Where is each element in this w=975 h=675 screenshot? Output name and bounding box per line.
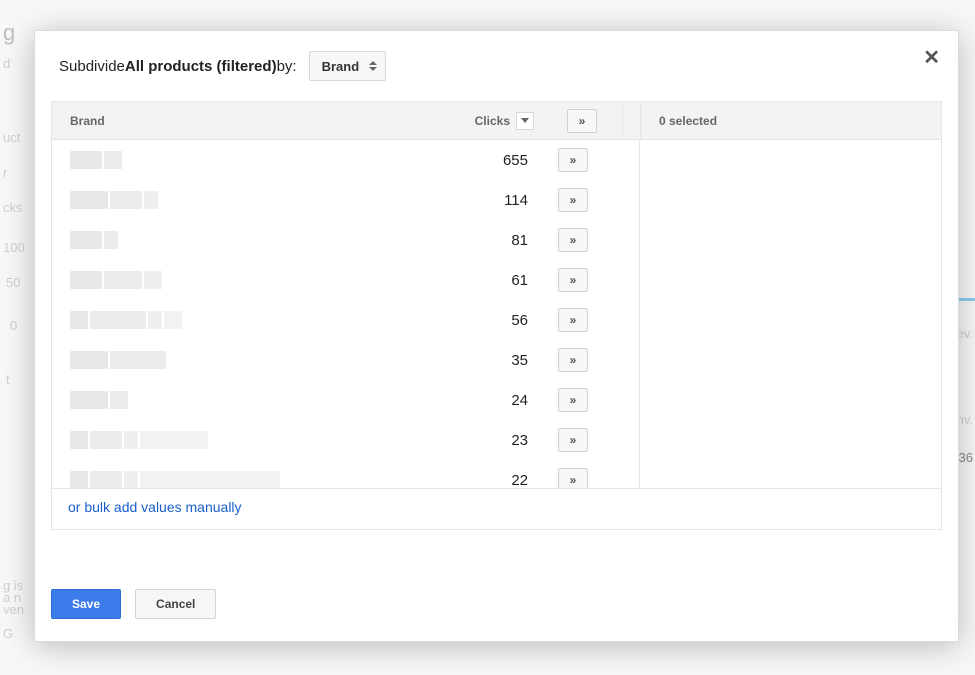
sort-updown-icon [369,61,377,71]
table-row: 81 » [52,220,639,260]
brand-cell-redacted [52,231,392,249]
brand-cell-redacted [52,311,392,329]
clicks-cell: 114 [392,192,542,209]
clicks-cell: 81 [392,232,542,249]
table-row: 114 » [52,180,639,220]
dialog-header: Subdivide All products (filtered) by: Br… [35,31,958,101]
col-clicks[interactable]: Clicks [392,112,542,130]
table-row: 655 » [52,140,639,180]
add-row-button[interactable]: » [558,268,588,292]
dropdown-value: Brand [322,59,360,74]
clicks-cell: 61 [392,272,542,289]
add-row-button[interactable]: » [558,148,588,172]
col-brand[interactable]: Brand [52,114,392,128]
chevron-down-icon [521,118,529,123]
sort-desc-button[interactable] [516,112,534,130]
cancel-button[interactable]: Cancel [135,589,216,619]
scrollbar-gutter [622,102,640,139]
add-row-button[interactable]: » [558,428,588,452]
clicks-cell: 56 [392,312,542,329]
brand-cell-redacted [52,391,392,409]
brand-panel: Brand Clicks » 0 selected 655 » 114 » 81 » 61 »… [51,101,942,530]
table-row: 35 » [52,340,639,380]
close-icon[interactable]: ✕ [923,45,940,70]
brand-list-scroll[interactable]: 655»114»81»61»56»35»24»23»22»»» [52,140,640,488]
clicks-cell: 35 [392,352,542,369]
save-button[interactable]: Save [51,589,121,619]
subdivide-suffix: by: [277,58,297,75]
add-row-button[interactable]: » [558,388,588,412]
clicks-cell: 23 [392,432,542,449]
clicks-cell: 22 [392,472,542,489]
brand-cell-redacted [52,351,392,369]
add-row-button[interactable]: » [558,188,588,212]
table-row: 24 » [52,380,639,420]
subdivide-dialog: ✕ Subdivide All products (filtered) by: … [34,30,959,642]
subdivide-target: All products (filtered) [125,58,277,75]
selected-count: 0 selected [640,102,941,139]
brand-cell-redacted [52,471,392,488]
table-row: 61 » [52,260,639,300]
add-row-button[interactable]: » [558,468,588,488]
add-row-button[interactable]: » [558,308,588,332]
brand-cell-redacted [52,191,392,209]
selected-panel [640,140,941,488]
col-clicks-label: Clicks [475,114,510,128]
table-header: Brand Clicks » 0 selected [52,102,941,140]
add-row-button[interactable]: » [558,228,588,252]
brand-cell-redacted [52,151,392,169]
table-row: 22 » [52,460,639,488]
table-row: 56 » [52,300,639,340]
bulk-add-link[interactable]: or bulk add values manually [68,499,242,515]
add-all-button[interactable]: » [567,109,597,133]
dialog-footer: Save Cancel [35,567,958,641]
brand-cell-redacted [52,431,392,449]
clicks-cell: 655 [392,152,542,169]
clicks-cell: 24 [392,392,542,409]
table-row: 23 » [52,420,639,460]
subdivide-prefix: Subdivide [59,58,125,75]
add-row-button[interactable]: » [558,348,588,372]
brand-cell-redacted [52,271,392,289]
subdivide-by-dropdown[interactable]: Brand [309,51,387,81]
